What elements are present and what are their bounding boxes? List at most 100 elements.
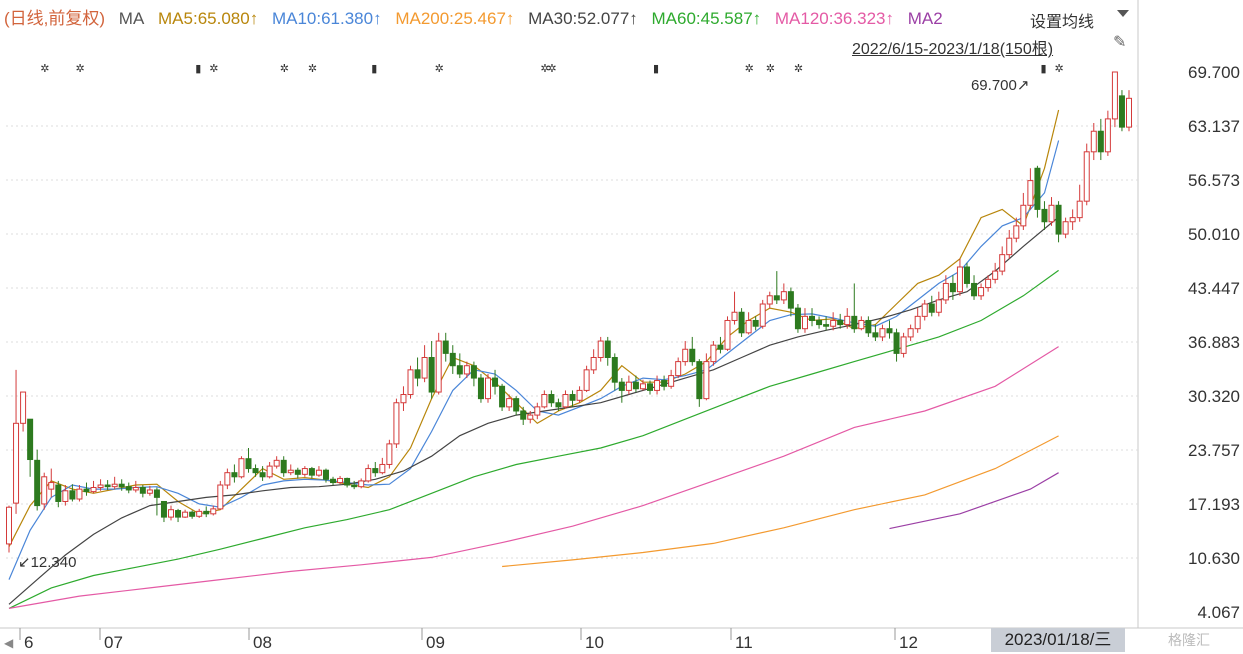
candle-body	[1055, 204, 1062, 235]
candle-body	[738, 311, 745, 334]
candle-body	[294, 469, 301, 475]
y-tick-label: 63.137	[1188, 117, 1240, 136]
candle-body	[1104, 118, 1111, 153]
candle-body	[132, 486, 139, 491]
candle-body	[1013, 225, 1020, 239]
candle-body	[414, 369, 421, 379]
candle-body	[555, 402, 562, 408]
candle-body	[780, 291, 787, 301]
candle-body	[562, 394, 569, 408]
candle-body	[625, 381, 632, 391]
candle-body	[907, 328, 914, 338]
candle-body	[337, 477, 344, 484]
candle-body	[287, 469, 294, 474]
candle-body	[146, 489, 153, 494]
ma-line-ma30	[8, 216, 1059, 605]
candle-body	[182, 511, 189, 518]
candle-body	[259, 472, 266, 478]
event-marker-icon: ▮	[653, 63, 659, 75]
candle-body	[949, 282, 956, 293]
candle-body	[442, 340, 449, 354]
candle-body	[942, 282, 949, 301]
y-tick-label: 36.883	[1188, 333, 1240, 352]
candle-body	[513, 398, 520, 412]
current-date-box: 2023/01/18/三	[991, 628, 1125, 652]
candle-body	[41, 476, 48, 505]
candle-body	[1126, 97, 1132, 128]
candle-body	[632, 381, 639, 390]
event-marker-icon: ▮	[1040, 63, 1046, 75]
candle-body	[499, 385, 506, 408]
candle-body	[689, 348, 696, 363]
candle-body	[985, 278, 992, 289]
candle-body	[668, 375, 675, 387]
candle-body	[492, 377, 499, 387]
candle-body	[189, 511, 196, 517]
candle-body	[583, 369, 590, 391]
candle-body	[604, 340, 611, 358]
candle-body	[618, 381, 625, 391]
candle-body	[315, 469, 322, 476]
event-marker-icon: ✲	[766, 63, 775, 75]
candle-body	[160, 500, 167, 518]
candle-body	[456, 365, 463, 375]
y-tick-label: 17.193	[1188, 495, 1240, 514]
high-price-label: 69.700↗	[971, 77, 1029, 94]
event-marker-icon: ✲	[794, 63, 803, 75]
candle-body	[661, 380, 668, 387]
candle-body	[801, 315, 808, 330]
candle-body	[301, 468, 308, 475]
candle-body	[203, 510, 210, 515]
ma-line-ma250	[889, 472, 1059, 530]
candle-body	[111, 483, 118, 488]
candle-body	[231, 472, 238, 478]
candle-body	[548, 394, 555, 404]
candle-body	[858, 319, 865, 330]
candle-body	[344, 477, 351, 486]
candle-body	[118, 483, 125, 488]
candle-body	[1069, 217, 1076, 223]
candle-body	[766, 295, 773, 305]
candle-body	[168, 509, 175, 518]
candle-body	[837, 319, 844, 326]
candle-body	[428, 356, 435, 393]
candle-body	[484, 377, 491, 400]
candle-body	[1076, 200, 1083, 219]
candle-body	[1006, 237, 1013, 256]
candle-body	[696, 361, 703, 400]
candle-body	[823, 324, 830, 327]
candle-body	[886, 328, 893, 334]
candle-body	[914, 315, 921, 330]
candle-body	[963, 266, 970, 284]
x-tick-label: 07	[104, 633, 123, 652]
candle-body	[330, 478, 337, 484]
candle-body	[956, 266, 963, 293]
candle-body	[13, 422, 20, 504]
watermark: 格隆汇	[1168, 632, 1210, 648]
y-tick-label: 69.700	[1188, 63, 1240, 82]
ma-line-ma120	[8, 346, 1059, 609]
candle-body	[217, 484, 224, 510]
event-marker-icon: ✲	[547, 63, 556, 75]
candle-body	[365, 468, 372, 482]
candle-body	[97, 484, 104, 488]
candle-body	[470, 365, 477, 379]
candle-body	[527, 414, 534, 420]
x-tick-label: 6	[24, 633, 33, 652]
ma-line-ma200	[502, 435, 1059, 568]
ma-line-ma5	[8, 109, 1060, 547]
candle-body	[611, 356, 618, 383]
candle-body	[308, 468, 315, 476]
event-marker-icon: ✲	[1055, 63, 1064, 75]
candle-body	[541, 394, 548, 408]
candle-body	[506, 398, 513, 408]
scroll-left-icon[interactable]: ◀	[4, 636, 14, 650]
candle-body	[139, 486, 146, 494]
candle-body	[372, 468, 379, 474]
candle-body	[639, 383, 646, 390]
candle-body	[647, 383, 654, 391]
event-marker-icon: ✲	[209, 63, 218, 75]
candle-body	[266, 465, 273, 478]
y-tick-label: 43.447	[1188, 279, 1240, 298]
candle-body	[125, 486, 132, 491]
